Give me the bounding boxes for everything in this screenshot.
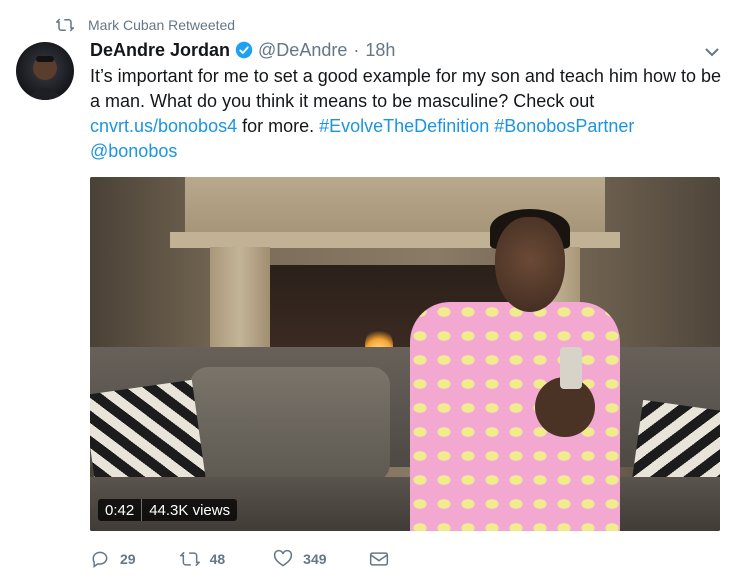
tweet-text: It’s important for me to set a good exam… [90,64,730,164]
retweet-context: Mark Cuban Retweeted [56,15,235,35]
separator-dot: · [353,39,360,60]
direct-message-icon [369,552,388,566]
retweet-icon [179,551,200,567]
person-head [495,217,565,312]
tweet-body-text-continued: for more. [237,116,320,136]
sofa-cushion [190,367,390,482]
video-player[interactable] [90,177,720,531]
video-views: 44.3K views [149,501,231,519]
hashtag-bonobospartner[interactable]: #BonobosPartner [494,116,634,136]
phone [560,347,582,389]
verified-badge-icon [235,41,253,59]
like-count: 349 [303,551,327,567]
tweet-header: DeAndre Jordan @DeAndre · 18h [90,38,395,62]
tweet-link[interactable]: cnvrt.us/bonobos4 [90,116,237,136]
like-button[interactable]: 349 [273,549,327,569]
avatar[interactable] [16,42,74,100]
chevron-down-icon[interactable] [702,42,722,62]
reply-count: 29 [120,551,136,567]
heart-icon [274,549,293,567]
video-duration: 0:42 [105,501,135,519]
author-handle[interactable]: @DeAndre [258,40,347,61]
avatar-photo [26,56,64,100]
mention-bonobos[interactable]: @bonobos [90,141,177,161]
direct-message-button[interactable] [369,549,399,569]
reply-button[interactable]: 29 [90,549,136,569]
author-name[interactable]: DeAndre Jordan [90,40,230,61]
timestamp[interactable]: 18h [365,40,395,61]
retweet-icon [56,18,74,32]
tweet-actions: 29 48 349 [90,546,443,572]
retweet-button[interactable]: 48 [179,549,226,569]
video-duration-badge: 0:42 44.3K views [98,499,238,521]
retweet-context-label[interactable]: Mark Cuban Retweeted [88,17,235,33]
hashtag-evolvethedefinition[interactable]: #EvolveTheDefinition [319,116,489,136]
reply-icon [92,551,108,568]
retweet-count: 48 [209,551,226,567]
tweet-body-text: It’s important for me to set a good exam… [90,66,721,111]
